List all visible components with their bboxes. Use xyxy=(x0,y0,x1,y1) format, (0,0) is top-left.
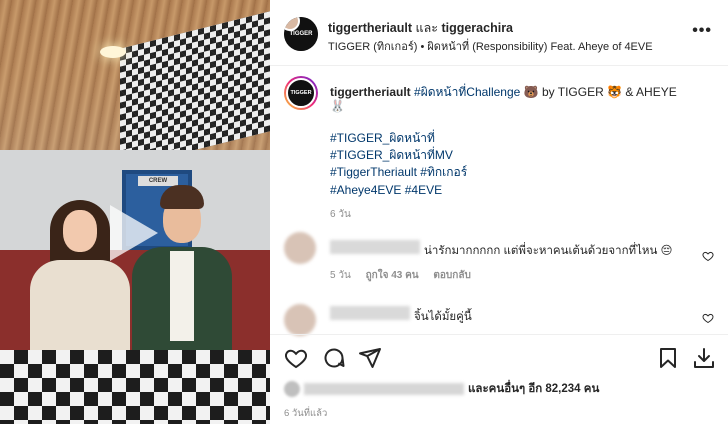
more-options-button[interactable]: ••• xyxy=(692,22,712,40)
commenter-avatar[interactable] xyxy=(284,232,316,264)
commenter-username[interactable] xyxy=(330,240,420,254)
avatar[interactable]: TIGGER xyxy=(284,17,318,51)
commenter-avatar[interactable] xyxy=(284,304,316,336)
liker-name xyxy=(304,382,464,395)
hashtag-link[interactable]: #TiggerTheriault #ทิกเกอร์ xyxy=(330,164,467,181)
caption-emoji: 🐰 xyxy=(330,99,345,113)
commenter-username[interactable] xyxy=(330,306,410,320)
hashtag-link[interactable]: #ผิดหน้าที่Challenge xyxy=(414,85,520,99)
comment-text: จิ้นได้มั้ยคู่นี้ xyxy=(414,311,472,323)
reply-button[interactable]: ตอบกลับ xyxy=(433,270,470,281)
bookmark-icon[interactable] xyxy=(656,346,680,370)
caption-text: tiggertheriault #ผิดหน้าที่Challenge 🐻 b… xyxy=(330,83,677,102)
hashtag-link[interactable]: #Aheye4EVE #4EVE xyxy=(330,182,467,199)
media-table xyxy=(0,350,270,424)
action-bar xyxy=(270,342,728,374)
comment-text: น่ารักมากกกกก แต่พี่จะหาคนเต้นด้วยจากที่… xyxy=(424,245,673,257)
likes-summary[interactable]: และคนอื่นๆ อีก 82,234 คน xyxy=(284,380,600,397)
comment-time: 5 วัน xyxy=(330,270,351,281)
post-header: TIGGER tiggertheriault และ tiggerachira … xyxy=(270,0,728,66)
hashtag-link[interactable]: #TIGGER_ผิดหน้าที่MV xyxy=(330,147,467,164)
caption-avatar[interactable]: TIGGER xyxy=(284,76,318,110)
hashtag-list: #TIGGER_ผิดหน้าที่ #TIGGER_ผิดหน้าที่MV … xyxy=(330,130,467,199)
divider xyxy=(270,334,728,335)
author-link[interactable]: tiggertheriault xyxy=(328,21,412,35)
liker-avatar xyxy=(284,380,300,397)
comment-icon[interactable] xyxy=(322,346,346,370)
download-icon[interactable] xyxy=(692,346,716,370)
comment-likes[interactable]: ถูกใจ 43 คน xyxy=(366,270,419,281)
and-text: และ xyxy=(415,21,438,35)
media-lamp xyxy=(100,46,126,58)
hashtag-link[interactable]: #TIGGER_ผิดหน้าที่ xyxy=(330,130,467,147)
caption-username[interactable]: tiggertheriault xyxy=(330,85,411,99)
likes-count: และคนอื่นๆ อีก 82,234 คน xyxy=(468,383,600,395)
audio-link[interactable]: TIGGER (ทิกเกอร์) • ผิดหน้าที่ (Responsi… xyxy=(328,37,653,55)
post-timestamp: 6 วันที่แล้ว xyxy=(284,408,328,419)
post-media[interactable]: CREW xyxy=(0,0,270,424)
heart-icon[interactable] xyxy=(284,346,308,370)
post-authors: tiggertheriault และ tiggerachira xyxy=(328,18,513,38)
share-icon[interactable] xyxy=(358,346,382,370)
play-icon[interactable] xyxy=(110,205,158,261)
post-details-panel: TIGGER tiggertheriault และ tiggerachira … xyxy=(270,0,728,424)
caption-time: 6 วัน xyxy=(330,209,351,220)
caption-body: 🐻 by TIGGER 🐯 & AHEYE xyxy=(523,85,677,99)
collab-author-link[interactable]: tiggerachira xyxy=(441,21,513,35)
heart-icon[interactable] xyxy=(702,312,714,324)
heart-icon[interactable] xyxy=(702,250,714,262)
comment-meta: 5 วัน ถูกใจ 43 คน ตอบกลับ xyxy=(330,268,483,283)
